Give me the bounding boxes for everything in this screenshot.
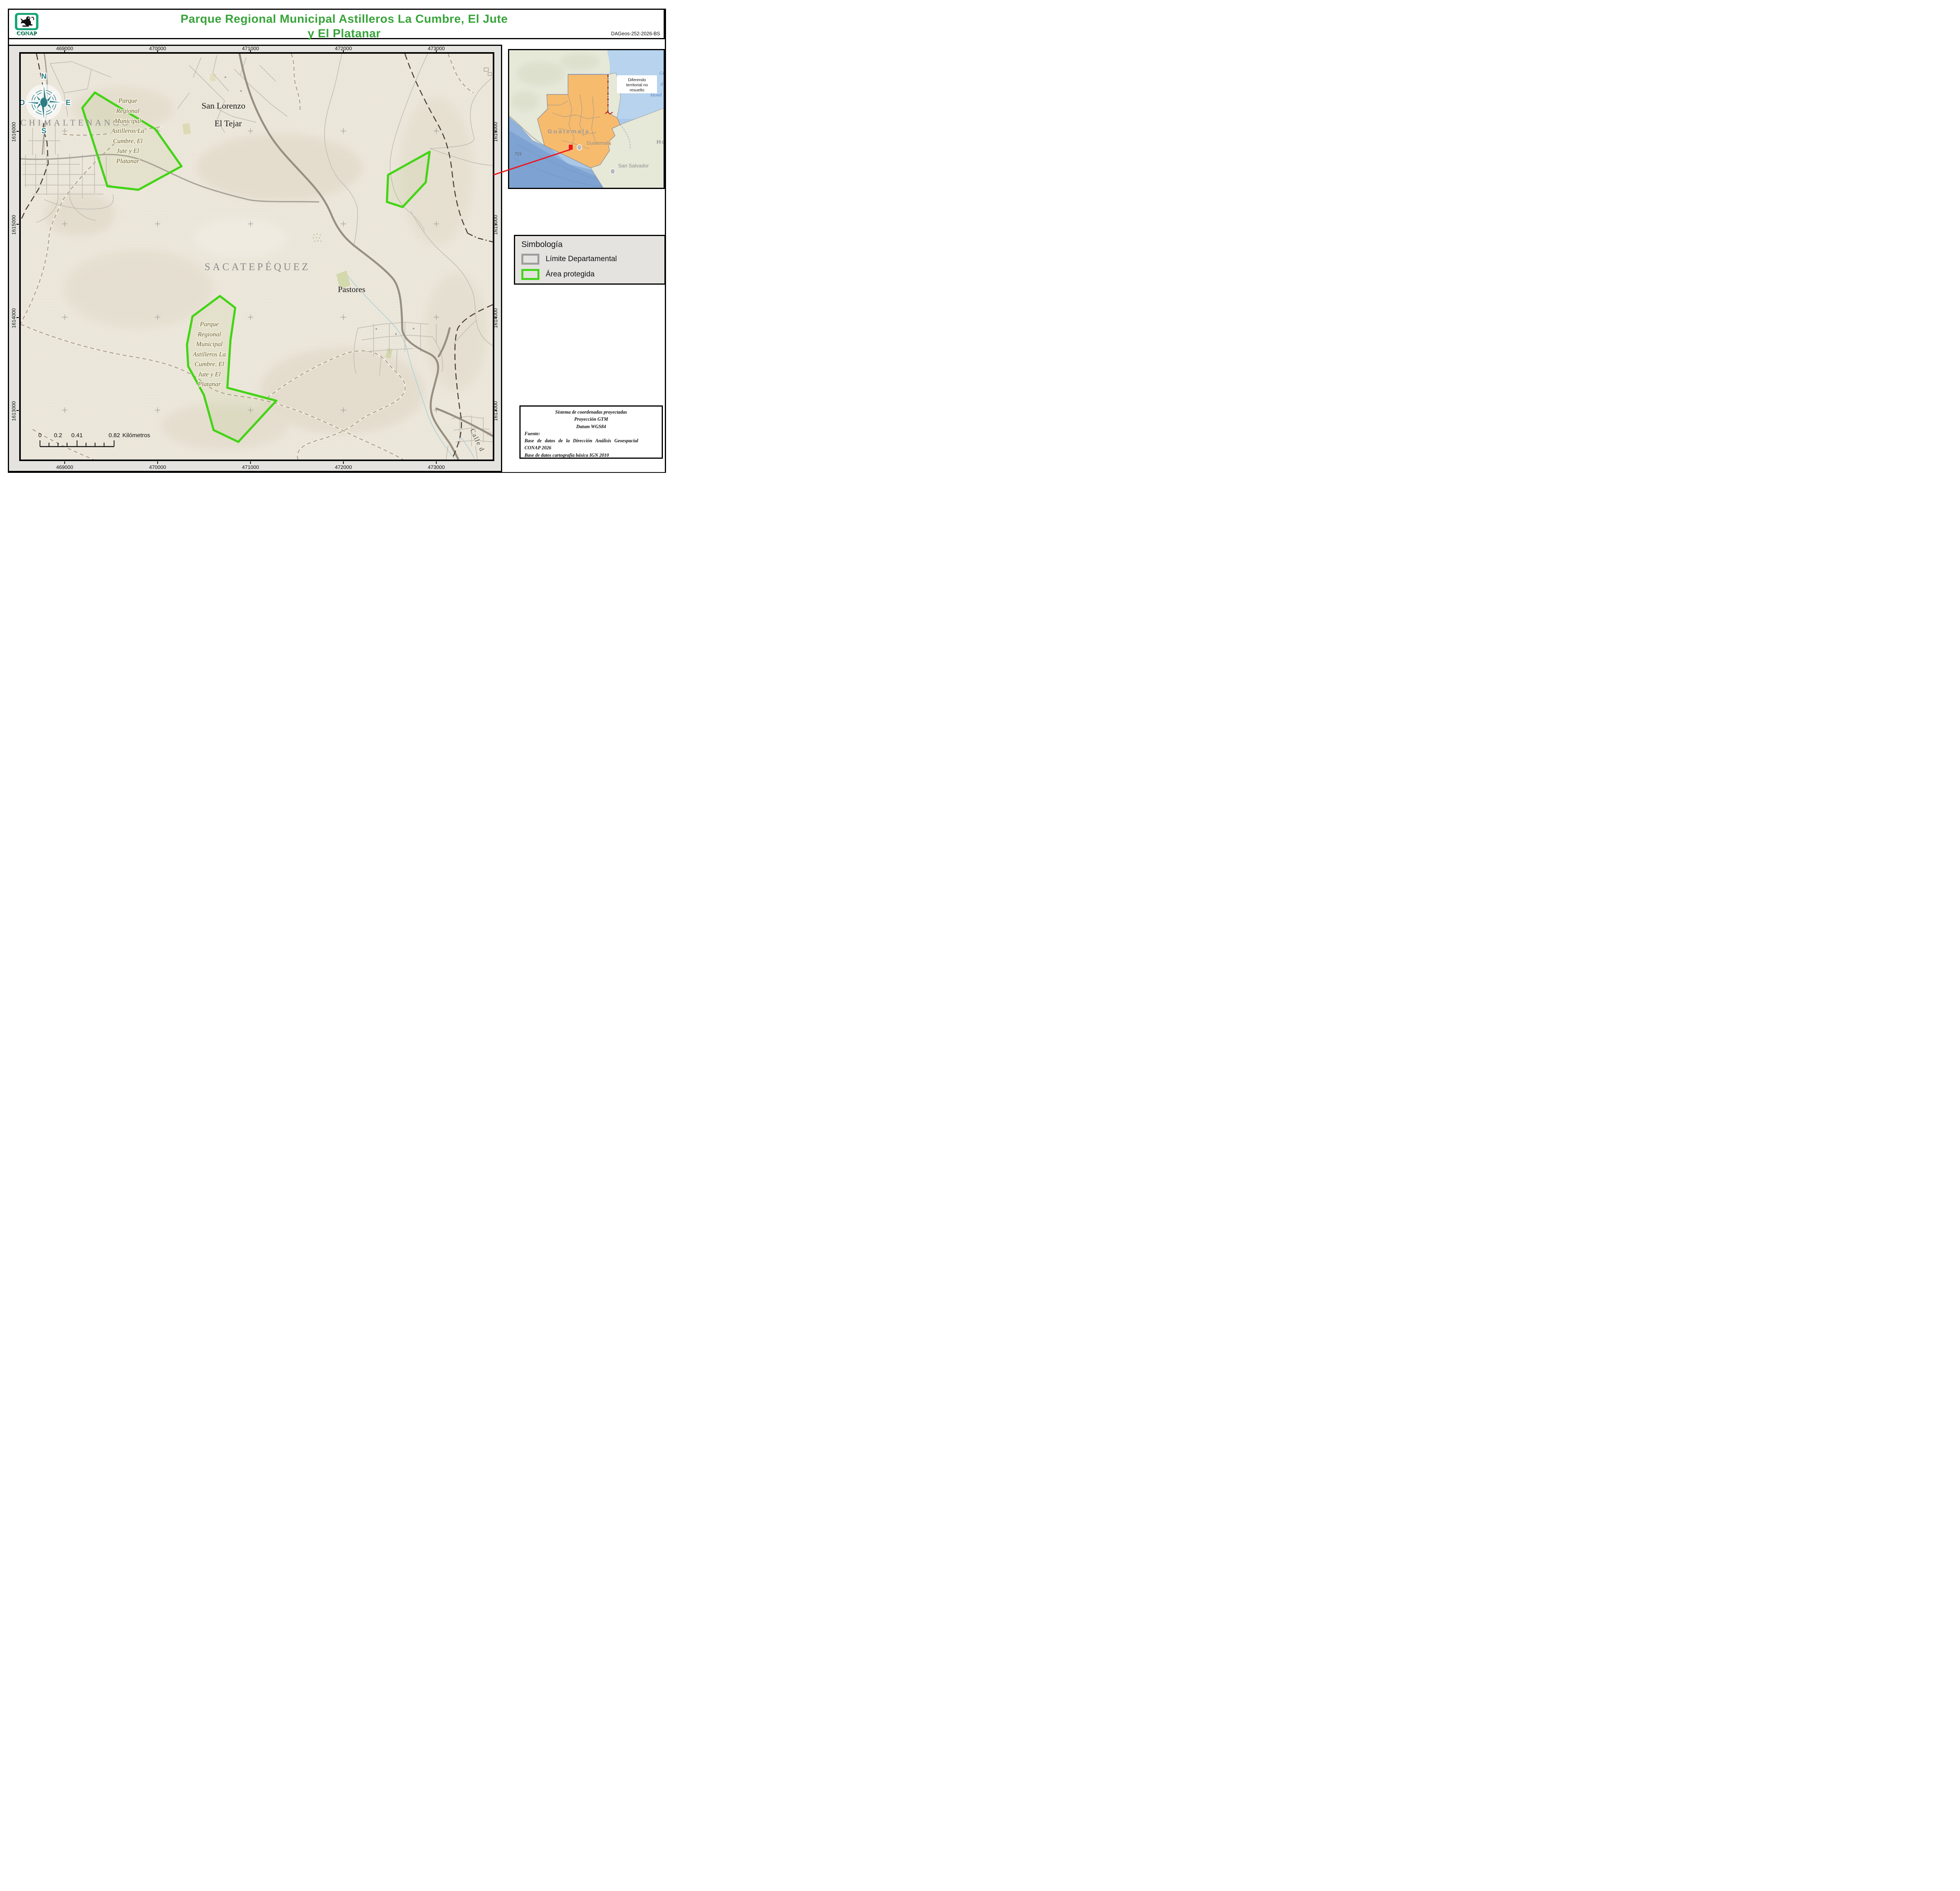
- note-line1: Diferendo: [628, 78, 646, 82]
- axis-y-1615000-r: 1615000: [493, 211, 499, 239]
- map-sheet: CONAP Parque Regional Municipal Astiller…: [0, 0, 667, 473]
- crs-line2: Proyección GTM: [524, 416, 658, 423]
- main-map-canvas: CHIMALTENANGO SACATEPÉQUEZ San Lorenzo E…: [21, 54, 493, 460]
- inset-gulf-label-1: Gu: [659, 70, 664, 76]
- map-title-line2: y El Platanar: [72, 27, 617, 41]
- crs-line3: Datum WGS84: [524, 423, 658, 430]
- source-line2: CONAP 2026: [524, 444, 658, 451]
- axis-y-1613000-r: 1613000: [493, 398, 499, 425]
- territorial-note: Diferendo territorial no resuelto: [617, 75, 657, 93]
- conap-logo-text: CONAP: [13, 31, 40, 37]
- monkey-glyph-icon: [17, 15, 36, 28]
- legend-title: Simbología: [521, 240, 664, 249]
- compass-e: E: [66, 99, 71, 107]
- main-map: CHIMALTENANGO SACATEPÉQUEZ San Lorenzo E…: [19, 52, 494, 461]
- svg-text:Platanar: Platanar: [116, 157, 140, 165]
- scale-02: 0.2: [54, 432, 62, 439]
- axis-x-470000-b: 470000: [144, 464, 171, 470]
- scale-082: 0.82Kilómetros: [109, 432, 150, 439]
- legend-item-label: Límite Departamental: [546, 255, 617, 263]
- map-title: Parque Regional Municipal Astilleros La …: [72, 12, 617, 41]
- legend-item-protected-area: Área protegida: [521, 269, 664, 280]
- svg-text:Municipal: Municipal: [196, 340, 223, 348]
- svg-text:Regional: Regional: [197, 331, 221, 338]
- compass-s: S: [42, 127, 47, 135]
- credits-box: Sistema de coordenadas proyectadas Proye…: [519, 405, 663, 459]
- crs-line1: Sistema de coordenadas proyectadas: [524, 409, 658, 416]
- source-line3: Base de datos cartografía básica IGN 201…: [524, 452, 658, 459]
- departmental-limit-swatch: [521, 254, 539, 265]
- label-san-lorenzo-2: El Tejar: [214, 118, 242, 128]
- header: CONAP Parque Regional Municipal Astiller…: [8, 9, 665, 39]
- svg-text:Astilleros La: Astilleros La: [192, 351, 226, 358]
- svg-text:Platanar: Platanar: [198, 380, 221, 388]
- label-san-lorenzo-1: San Lorenzo: [201, 101, 245, 111]
- axis-x-473000-b: 473000: [423, 464, 450, 470]
- inset-depth-label: 721: [515, 151, 522, 156]
- legend-item-label: Área protegida: [546, 270, 595, 279]
- source-line1: Base de datos de la Dirección Análisis G…: [524, 437, 658, 444]
- axis-x-472000-b: 472000: [330, 464, 357, 470]
- label-sacatepequez: SACATEPÉQUEZ: [205, 261, 310, 272]
- protected-area-swatch: [521, 269, 539, 280]
- axis-y-1615000: 1615000: [11, 211, 17, 239]
- svg-text:Parque: Parque: [118, 97, 137, 104]
- axis-y-1616000-r: 1616000: [493, 118, 499, 146]
- axis-y-1614000-r: 1614000: [493, 305, 499, 332]
- svg-text:Municipal: Municipal: [114, 117, 141, 125]
- legend: Simbología Límite Departamental Área pro…: [514, 235, 666, 285]
- inset-san-salvador-label: San Salvador: [618, 163, 649, 169]
- svg-text:Parque: Parque: [200, 320, 219, 328]
- note-line3: resuelto: [630, 88, 644, 93]
- svg-text:Regional: Regional: [116, 107, 140, 114]
- conap-logo: CONAP: [13, 13, 40, 37]
- inset-city-marker: [577, 145, 582, 150]
- svg-text:Cumbre, El: Cumbre, El: [194, 360, 224, 368]
- inset-canvas: Guatemala Guatemala San Salvador Ho Gu d…: [509, 50, 664, 188]
- axis-y-1616000: 1616000: [11, 118, 17, 146]
- inset-san-salvador-marker: [610, 169, 615, 174]
- conap-logo-frame: [15, 13, 38, 30]
- axis-x-469000-b: 469000: [51, 464, 78, 470]
- note-line2: territorial no: [626, 83, 648, 87]
- compass-w: O: [21, 99, 25, 107]
- axis-y-1614000: 1614000: [11, 305, 17, 332]
- compass-n: N: [41, 73, 47, 81]
- inset-locator-map: Guatemala Guatemala San Salvador Ho Gu d…: [508, 49, 665, 189]
- svg-text:Astilleros La: Astilleros La: [111, 127, 144, 134]
- svg-text:Jute y El: Jute y El: [116, 147, 139, 154]
- map-title-line1: Parque Regional Municipal Astilleros La …: [72, 12, 617, 27]
- inset-country-label: Guatemala: [548, 128, 590, 135]
- svg-text:Cumbre, El: Cumbre, El: [113, 137, 143, 145]
- source-heading: Fuente:: [524, 430, 658, 437]
- legend-item-departmental-limit: Límite Departamental: [521, 254, 664, 265]
- axis-x-471000-b: 471000: [237, 464, 264, 470]
- scale-0: 0: [38, 432, 42, 439]
- document-code: DAGeos-252-2026-BS: [611, 31, 660, 36]
- label-pastores: Pastores: [338, 285, 365, 294]
- scale-unit: Kilómetros: [122, 432, 150, 439]
- inset-honduras-label: Ho: [657, 139, 664, 145]
- svg-text:Jute y El: Jute y El: [198, 371, 221, 378]
- axis-y-1613000: 1613000: [11, 398, 17, 425]
- scale-041: 0.41: [71, 432, 83, 439]
- inset-gulf-label-2: d: [661, 81, 663, 87]
- inset-city-label: Guatemala: [586, 140, 610, 146]
